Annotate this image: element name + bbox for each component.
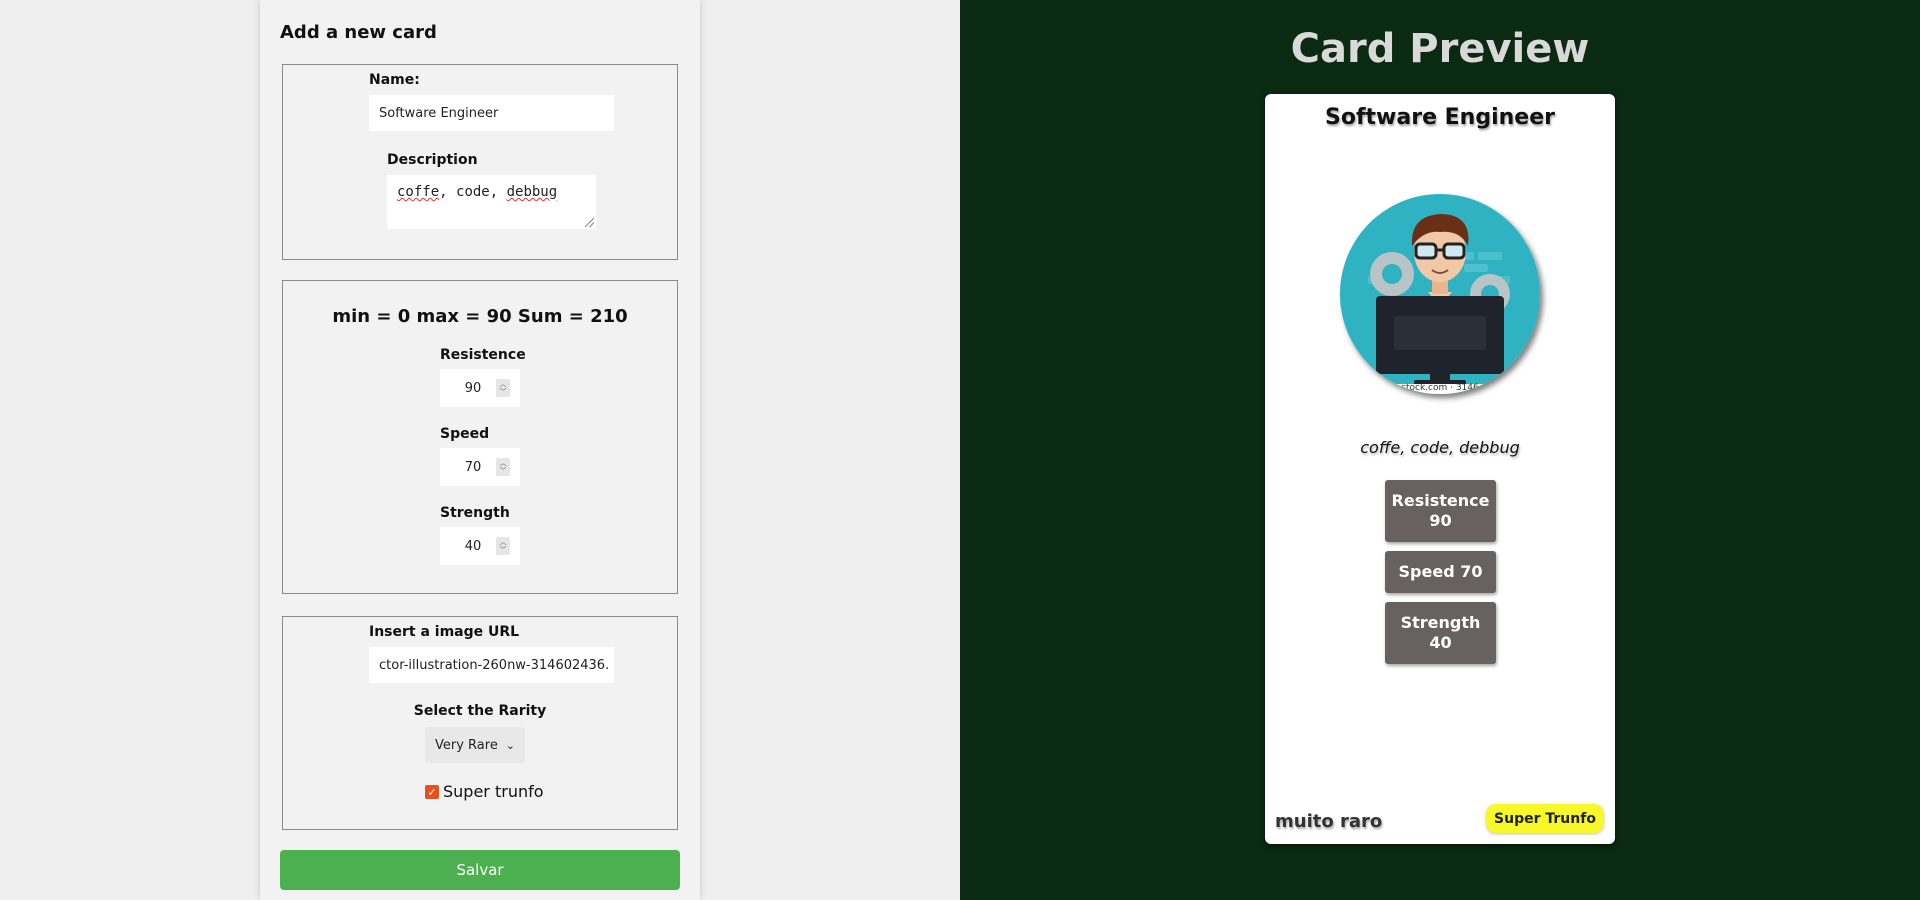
card-form: Add a new card Name: Software Engineer D…	[260, 0, 700, 900]
software-engineer-illustration-icon	[1340, 194, 1540, 394]
card-image: stock.com · 3146	[1340, 194, 1540, 394]
description-word: , code,	[439, 184, 507, 200]
save-button[interactable]: Salvar	[280, 850, 680, 890]
resistence-label: Resistence	[440, 347, 526, 363]
spinner-icon[interactable]: ︿ ﹀	[496, 379, 510, 397]
attributes-fieldset: min = 0 max = 90 Sum = 210 Resistence 90…	[282, 280, 678, 594]
attribute-label: Strength	[1400, 613, 1481, 632]
strength-input[interactable]: 40 ︿ ﹀	[440, 527, 520, 565]
description-word: coffe	[397, 184, 440, 200]
form-title: Add a new card	[280, 22, 437, 43]
speed-value: 70	[464, 459, 482, 475]
card-name: Software Engineer	[1325, 105, 1555, 130]
strength-value: 40	[464, 538, 482, 554]
resistence-value: 90	[464, 380, 482, 396]
attribute-label: Resistence	[1391, 491, 1490, 510]
image-url-label: Insert a image URL	[369, 624, 520, 640]
attribute-label: Speed 70	[1398, 562, 1483, 581]
super-trunfo-badge: Super Trunfo	[1486, 804, 1604, 833]
name-description-fieldset: Name: Software Engineer Description coff…	[282, 64, 678, 260]
resistence-input[interactable]: 90 ︿ ﹀	[440, 369, 520, 407]
card-preview: Software Engineer stock.com · 3146 coffe…	[1265, 94, 1615, 844]
rarity-select[interactable]: Very Rare ⌄	[425, 727, 525, 763]
description-label: Description	[387, 152, 478, 168]
rarity-label: Select the Rarity	[413, 703, 547, 719]
image-rarity-fieldset: Insert a image URL ctor-illustration-260…	[282, 616, 678, 830]
super-trunfo-label: Super trunfo	[443, 782, 544, 801]
image-watermark: stock.com · 3146	[1401, 383, 1479, 393]
name-input[interactable]: Software Engineer	[369, 95, 614, 131]
attribute-value: 90	[1429, 511, 1452, 530]
speed-label: Speed	[440, 426, 490, 442]
card-description: coffe, code, debbug	[1360, 438, 1520, 457]
image-url-input[interactable]: ctor-illustration-260nw-314602436.	[369, 647, 614, 683]
name-label: Name:	[369, 72, 420, 88]
card-attribute-resistence: Resistence 90	[1385, 480, 1496, 542]
preview-title: Card Preview	[1290, 26, 1590, 72]
card-attribute-speed: Speed 70	[1385, 551, 1496, 593]
card-rarity: muito raro	[1275, 811, 1383, 832]
attribute-value: 40	[1429, 633, 1452, 652]
speed-input[interactable]: 70 ︿ ﹀	[440, 448, 520, 486]
spinner-icon[interactable]: ︿ ﹀	[496, 458, 510, 476]
editor-area: Add a new card Name: Software Engineer D…	[0, 0, 960, 900]
spinner-icon[interactable]: ︿ ﹀	[496, 537, 510, 555]
resize-handle-icon[interactable]	[585, 218, 594, 227]
description-textarea[interactable]: coffe, code, debbug	[387, 175, 596, 229]
strength-label: Strength	[440, 505, 510, 521]
card-attribute-strength: Strength 40	[1385, 602, 1496, 664]
attribute-sum-text: min = 0 max = 90 Sum = 210	[332, 306, 628, 327]
preview-area: Card Preview Software Engineer stock.com…	[960, 0, 1920, 900]
description-word: debbug	[506, 184, 558, 200]
super-trunfo-checkbox[interactable]: ✓	[425, 785, 439, 799]
chevron-down-icon: ⌄	[505, 738, 515, 752]
rarity-selected-value: Very Rare	[435, 737, 498, 753]
